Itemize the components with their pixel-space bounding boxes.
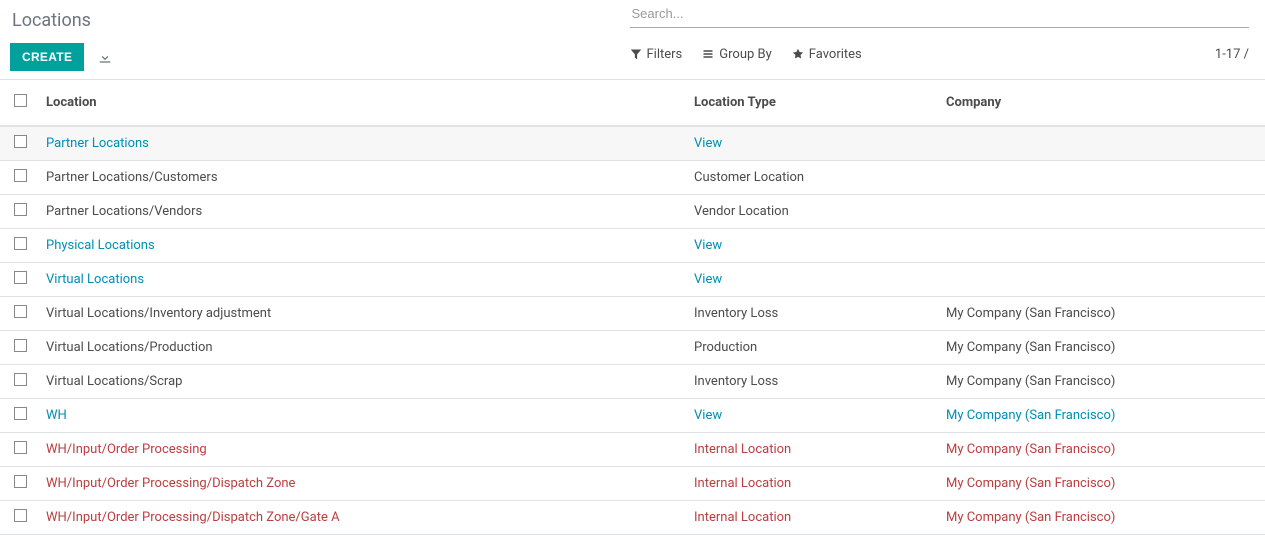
cell-company: My Company (San Francisco)	[946, 408, 1115, 423]
cell-company: My Company (San Francisco)	[946, 442, 1115, 457]
table-row[interactable]: WH/Input/Order Processing/Dispatch Zone I…	[0, 467, 1265, 501]
row-checkbox[interactable]	[14, 475, 27, 488]
cell-type: View	[694, 272, 722, 287]
cell-location: Partner Locations/Customers	[46, 170, 218, 185]
cell-type: Internal Location	[694, 476, 791, 491]
star-icon	[792, 47, 804, 62]
cell-location: Partner Locations	[46, 136, 149, 151]
table-row[interactable]: Partner Locations View	[0, 126, 1265, 161]
cell-company: My Company (San Francisco)	[946, 306, 1115, 321]
table-row[interactable]: Virtual Locations/Production Production My…	[0, 331, 1265, 365]
row-checkbox[interactable]	[14, 203, 27, 216]
cell-company: My Company (San Francisco)	[946, 340, 1115, 355]
table-row[interactable]: Virtual Locations/Scrap Inventory Loss My …	[0, 365, 1265, 399]
cell-location: Virtual Locations/Inventory adjustment	[46, 306, 271, 321]
table-row[interactable]: WH View My Company (San Francisco)	[0, 399, 1265, 433]
cell-type: Customer Location	[694, 170, 804, 185]
cell-type: Vendor Location	[694, 204, 789, 219]
filters-button[interactable]: Filters	[630, 47, 683, 62]
column-header-location[interactable]: Location	[38, 80, 686, 126]
list-icon	[702, 47, 714, 62]
table-row[interactable]: WH/Input/Order Processing Internal Locati…	[0, 433, 1265, 467]
favorites-button[interactable]: Favorites	[792, 47, 862, 62]
select-all-checkbox[interactable]	[14, 94, 27, 107]
cell-type: Internal Location	[694, 442, 791, 457]
groupby-label: Group By	[719, 47, 772, 62]
cell-type: View	[694, 238, 722, 253]
cell-type: Inventory Loss	[694, 374, 778, 389]
cell-type: View	[694, 136, 722, 151]
cell-type: Inventory Loss	[694, 306, 778, 321]
cell-location: Virtual Locations/Scrap	[46, 374, 182, 389]
row-checkbox[interactable]	[14, 237, 27, 250]
create-button[interactable]: CREATE	[10, 43, 84, 71]
cell-location: WH	[46, 408, 67, 423]
funnel-icon	[630, 47, 642, 62]
pager-text: 1-17 /	[1215, 47, 1249, 62]
cell-type: Production	[694, 340, 757, 355]
cell-location: Virtual Locations	[46, 272, 144, 287]
locations-table: Location Location Type Company Partner L…	[0, 80, 1265, 535]
table-row[interactable]: Partner Locations/Vendors Vendor Location	[0, 195, 1265, 229]
row-checkbox[interactable]	[14, 373, 27, 386]
cell-company: My Company (San Francisco)	[946, 510, 1115, 525]
table-row[interactable]: Virtual Locations/Inventory adjustment In…	[0, 297, 1265, 331]
cell-location: WH/Input/Order Processing/Dispatch Zone/…	[46, 510, 340, 525]
row-checkbox[interactable]	[14, 305, 27, 318]
search-input[interactable]	[630, 0, 1250, 27]
row-checkbox[interactable]	[14, 135, 27, 148]
cell-location: Physical Locations	[46, 238, 155, 253]
filters-label: Filters	[647, 47, 683, 62]
table-row[interactable]: Physical Locations View	[0, 229, 1265, 263]
row-checkbox[interactable]	[14, 169, 27, 182]
row-checkbox[interactable]	[14, 271, 27, 284]
cell-location: Partner Locations/Vendors	[46, 204, 202, 219]
cell-location: WH/Input/Order Processing/Dispatch Zone	[46, 476, 295, 491]
cell-location: Virtual Locations/Production	[46, 340, 213, 355]
cell-company: My Company (San Francisco)	[946, 374, 1115, 389]
cell-company: My Company (San Francisco)	[946, 476, 1115, 491]
favorites-label: Favorites	[809, 47, 862, 62]
cell-type: View	[694, 408, 722, 423]
row-checkbox[interactable]	[14, 339, 27, 352]
table-row[interactable]: Virtual Locations View	[0, 263, 1265, 297]
cell-location: WH/Input/Order Processing	[46, 442, 207, 457]
groupby-button[interactable]: Group By	[702, 47, 772, 62]
download-icon[interactable]	[98, 49, 112, 65]
cell-type: Internal Location	[694, 510, 791, 525]
column-header-type[interactable]: Location Type	[686, 80, 938, 126]
row-checkbox[interactable]	[14, 441, 27, 454]
table-row[interactable]: Partner Locations/Customers Customer Loca…	[0, 161, 1265, 195]
row-checkbox[interactable]	[14, 407, 27, 420]
table-row[interactable]: WH/Input/Order Processing/Dispatch Zone/…	[0, 501, 1265, 535]
page-title: Locations	[10, 10, 630, 31]
column-header-company[interactable]: Company	[938, 80, 1265, 126]
